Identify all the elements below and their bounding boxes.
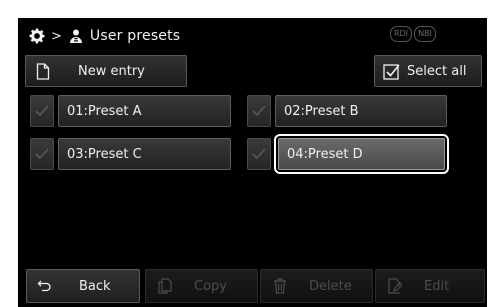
user-icon	[69, 29, 82, 43]
preset-item-b[interactable]: 02:Preset B	[275, 95, 447, 127]
select-all-button[interactable]: Select all	[374, 55, 482, 87]
preset-label: 04:Preset D	[287, 146, 363, 162]
preset-label: 03:Preset C	[67, 146, 142, 162]
breadcrumb-separator: >	[51, 28, 62, 44]
delete-label: Delete	[309, 278, 352, 294]
mode-badges: RDI NBI	[390, 26, 436, 42]
copy-icon	[158, 278, 172, 294]
new-entry-button[interactable]: New entry	[25, 55, 187, 87]
copy-label: Copy	[194, 278, 227, 294]
back-label: Back	[79, 278, 111, 294]
document-icon	[36, 62, 50, 80]
preset-item-c[interactable]: 03:Preset C	[58, 138, 231, 170]
select-all-label: Select all	[407, 63, 467, 79]
preset-checkbox-a[interactable]	[30, 95, 54, 127]
rdi-badge: RDI	[390, 26, 412, 42]
page-title: User presets	[89, 28, 181, 44]
edit-label: Edit	[424, 278, 450, 294]
preset-item-a[interactable]: 01:Preset A	[58, 95, 231, 127]
preset-checkbox-d[interactable]	[247, 138, 271, 170]
gear-icon	[29, 28, 45, 44]
user-presets-screen: > User presets RDI NBI New entry Select …	[18, 18, 487, 307]
preset-label: 01:Preset A	[67, 103, 142, 119]
back-arrow-icon	[37, 280, 51, 292]
edit-icon	[388, 278, 402, 294]
preset-checkbox-c[interactable]	[30, 138, 54, 170]
title-bar: > User presets RDI NBI	[19, 19, 486, 53]
check-icon	[35, 148, 49, 160]
copy-button[interactable]: Copy	[145, 269, 258, 303]
check-icon	[35, 105, 49, 117]
trash-icon	[274, 278, 286, 294]
nbi-badge: NBI	[414, 26, 436, 42]
preset-item-d[interactable]: 04:Preset D	[274, 134, 449, 174]
check-icon	[252, 105, 266, 117]
checkbox-icon	[383, 63, 400, 80]
bottom-toolbar: Back Copy Delete Edit	[19, 265, 486, 306]
back-button[interactable]: Back	[26, 269, 140, 303]
preset-label: 02:Preset B	[284, 103, 359, 119]
new-entry-label: New entry	[78, 63, 145, 79]
preset-checkbox-b[interactable]	[247, 95, 271, 127]
edit-button[interactable]: Edit	[375, 269, 485, 303]
delete-button[interactable]: Delete	[260, 269, 373, 303]
check-icon	[252, 148, 266, 160]
